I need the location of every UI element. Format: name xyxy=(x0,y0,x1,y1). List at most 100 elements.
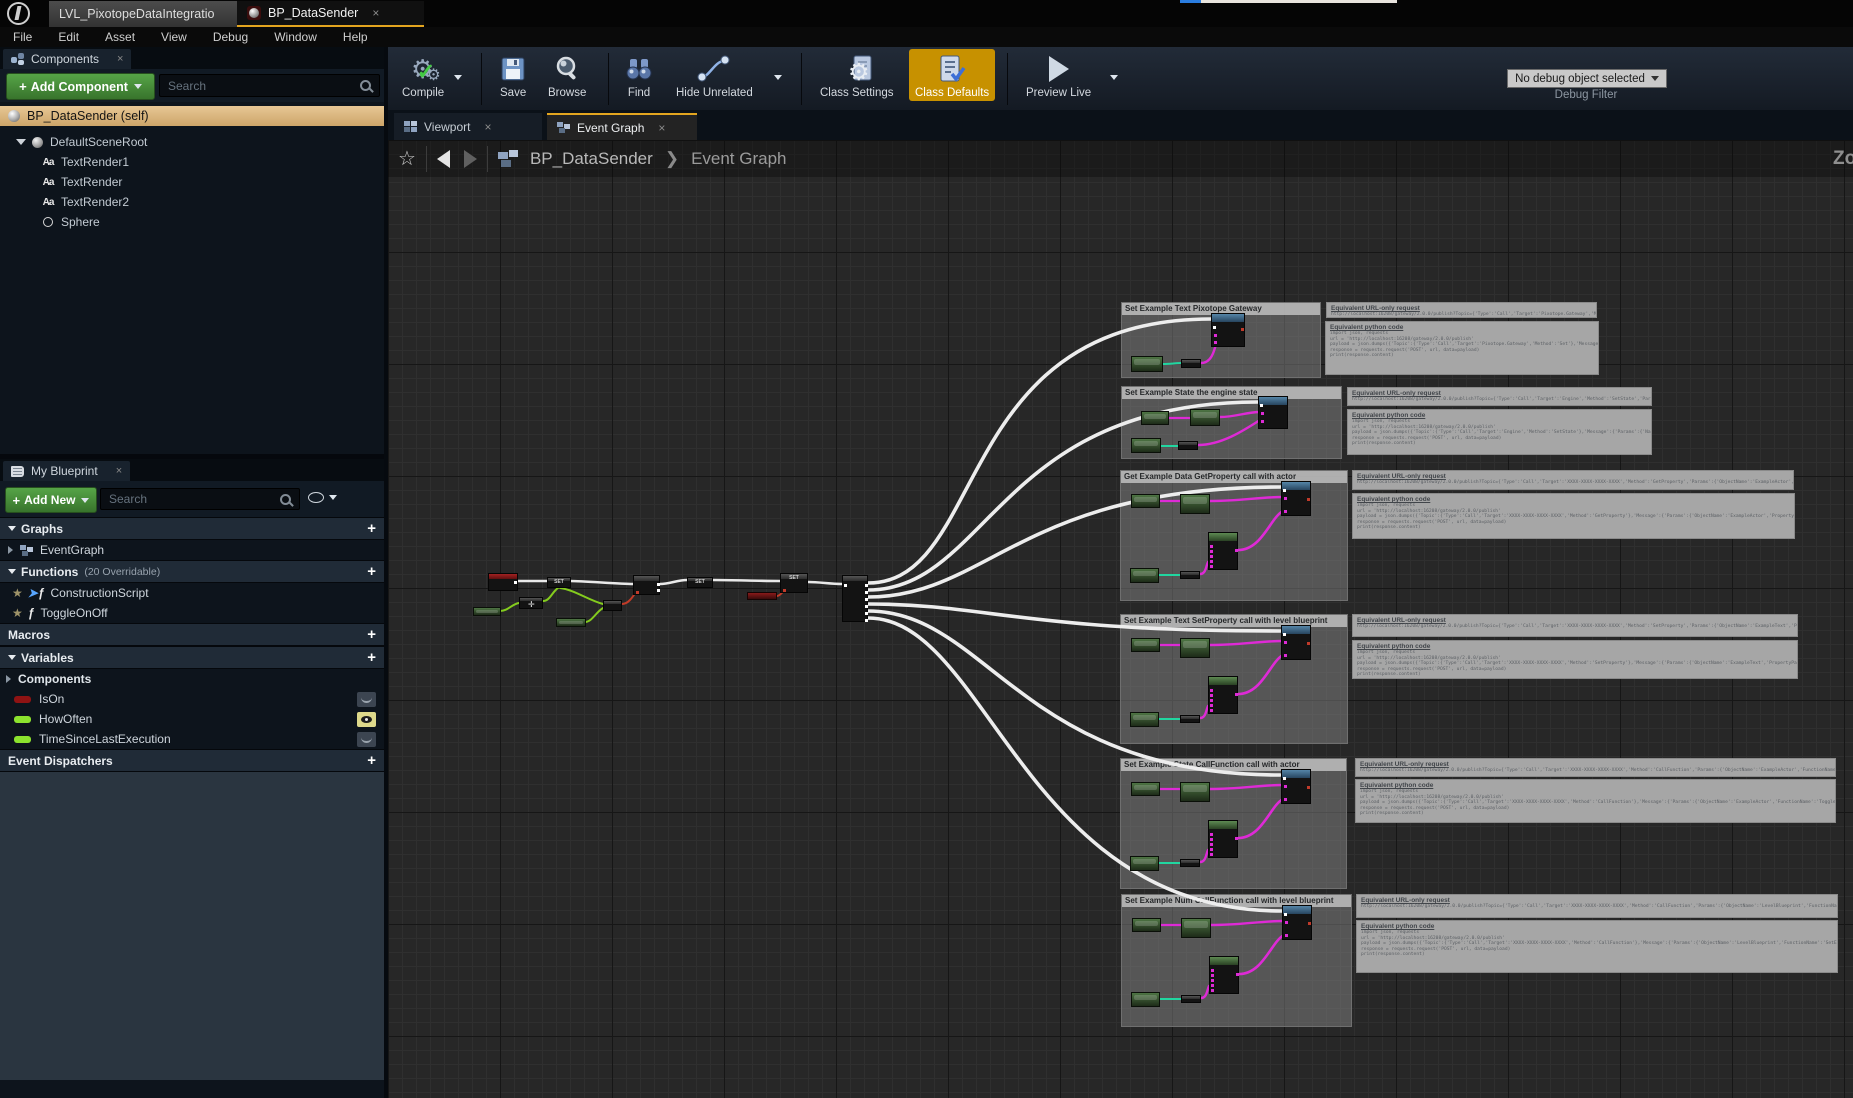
variable-get-node[interactable] xyxy=(1180,494,1210,514)
note-url-note-4[interactable]: Equivalent URL-only requesthttp://localh… xyxy=(1352,614,1798,637)
variable-get-node[interactable] xyxy=(1180,782,1210,802)
asset-tab-BP_DataSender[interactable]: BP_DataSender× xyxy=(237,1,424,27)
note-url-note-5[interactable]: Equivalent URL-only requesthttp://localh… xyxy=(1355,758,1836,777)
variable-get-node[interactable] xyxy=(1190,409,1220,426)
expander-icon[interactable] xyxy=(6,675,11,683)
menu-window[interactable]: Window xyxy=(261,30,330,44)
tree-item-TextRender1[interactable]: AaTextRender1 xyxy=(0,152,384,172)
note-url-note-3[interactable]: Equivalent URL-only requesthttp://localh… xyxy=(1352,470,1794,490)
favorite-star-icon[interactable]: ☆ xyxy=(398,146,416,171)
function-call-node[interactable] xyxy=(1282,905,1312,940)
add-icon[interactable]: + xyxy=(367,649,376,666)
variable-get-node[interactable] xyxy=(1131,438,1161,453)
visibility-eye-button[interactable] xyxy=(357,732,376,747)
list-item[interactable]: EventGraph xyxy=(0,540,384,560)
save-button[interactable]: Save xyxy=(500,51,526,99)
tab-my-blueprint[interactable]: My Blueprint × xyxy=(3,461,130,481)
conversion-node[interactable] xyxy=(1178,441,1198,450)
add-icon[interactable]: + xyxy=(367,752,376,769)
hide-unrelated-chevron[interactable] xyxy=(774,75,782,80)
compile-button[interactable]: ⚙⚙ ✓ Compile xyxy=(402,51,444,99)
variable-get-node[interactable] xyxy=(1131,992,1160,1007)
variable-get-node[interactable] xyxy=(1132,918,1161,932)
tree-item-Sphere[interactable]: Sphere xyxy=(0,212,384,232)
variable-get-node[interactable] xyxy=(556,618,586,627)
section-macros[interactable]: Macros+ xyxy=(0,623,384,646)
menu-view[interactable]: View xyxy=(148,30,200,44)
set-node[interactable]: SET xyxy=(547,577,571,588)
add-new-button[interactable]: + Add New xyxy=(5,487,97,513)
make-struct-node[interactable] xyxy=(1209,956,1239,994)
tree-item-TextRender[interactable]: AaTextRender xyxy=(0,172,384,192)
tree-item-TextRender2[interactable]: AaTextRender2 xyxy=(0,192,384,212)
event-node[interactable] xyxy=(488,573,518,591)
add-icon[interactable]: + xyxy=(367,563,376,580)
variable-get-node[interactable] xyxy=(1131,356,1163,372)
function-call-node[interactable] xyxy=(1258,396,1288,429)
section-variables[interactable]: Variables+ xyxy=(0,646,384,669)
variable-get-node[interactable] xyxy=(1130,568,1159,583)
add-icon[interactable]: + xyxy=(367,520,376,537)
menu-file[interactable]: File xyxy=(0,30,45,44)
menu-debug[interactable]: Debug xyxy=(200,30,261,44)
add-node[interactable]: ✛ xyxy=(519,597,543,609)
visibility-eye-button[interactable] xyxy=(357,712,376,727)
expander-icon[interactable] xyxy=(8,546,13,554)
branch-node[interactable] xyxy=(633,575,660,595)
make-struct-node[interactable] xyxy=(1208,820,1238,858)
tab-components[interactable]: Components × xyxy=(3,49,131,69)
note-url-note-1[interactable]: Equivalent URL-only requesthttp://localh… xyxy=(1326,302,1597,318)
set-node[interactable]: SET xyxy=(780,573,808,593)
set-node[interactable]: SET xyxy=(687,577,713,588)
make-struct-node[interactable] xyxy=(1208,676,1238,714)
sequence-node[interactable] xyxy=(842,575,868,622)
variable-TimeSinceLastExecution[interactable]: TimeSinceLastExecution xyxy=(0,729,384,749)
note-url-note-6[interactable]: Equivalent URL-only requesthttp://localh… xyxy=(1356,894,1838,918)
variable-get-node-red[interactable] xyxy=(747,592,777,600)
close-icon[interactable]: × xyxy=(372,6,379,20)
list-item[interactable]: ★ƒToggleOnOff xyxy=(0,603,384,623)
breadcrumb-root[interactable]: BP_DataSender xyxy=(530,149,653,169)
variable-get-node[interactable] xyxy=(473,607,501,616)
function-call-node[interactable] xyxy=(1281,625,1311,660)
menu-edit[interactable]: Edit xyxy=(45,30,92,44)
conversion-node[interactable] xyxy=(1180,715,1200,723)
list-item[interactable]: ★➤ƒConstructionScript xyxy=(0,583,384,603)
variable-get-node[interactable] xyxy=(1180,638,1210,658)
make-struct-node[interactable] xyxy=(1208,532,1238,570)
compile-options-chevron[interactable] xyxy=(454,75,462,80)
variable-get-node[interactable] xyxy=(1131,638,1160,652)
conversion-node[interactable] xyxy=(1180,571,1200,579)
note-py-note-2[interactable]: Equivalent python codeimport json, reque… xyxy=(1347,409,1652,455)
class-settings-button[interactable]: ⚙ Class Settings xyxy=(820,51,894,99)
variable-IsOn[interactable]: IsOn xyxy=(0,689,384,709)
variable-get-node[interactable] xyxy=(1141,411,1169,425)
variable-get-node[interactable] xyxy=(1181,918,1211,938)
note-py-note-3[interactable]: Equivalent python codeimport json, reque… xyxy=(1352,493,1795,539)
tab-event-graph[interactable]: Event Graph × xyxy=(547,113,697,140)
debug-object-dropdown[interactable]: No debug object selected xyxy=(1507,69,1667,88)
variable-HowOften[interactable]: HowOften xyxy=(0,709,384,729)
function-call-node[interactable] xyxy=(1211,313,1245,347)
variable-get-node[interactable] xyxy=(1131,782,1160,796)
visibility-filter-button[interactable] xyxy=(308,492,337,503)
section-graphs[interactable]: Graphs+ xyxy=(0,517,384,540)
conversion-node[interactable] xyxy=(1181,995,1201,1003)
section-functions[interactable]: Functions(20 Overridable)+ xyxy=(0,560,384,583)
find-button[interactable]: Find xyxy=(624,51,654,99)
variable-get-node[interactable] xyxy=(1131,494,1160,508)
function-call-node[interactable] xyxy=(1281,769,1311,804)
close-icon[interactable]: × xyxy=(117,53,123,65)
list-item[interactable]: Components xyxy=(0,669,384,689)
section-event-dispatchers[interactable]: Event Dispatchers+ xyxy=(0,749,384,772)
component-root-row-selected[interactable]: BP_DataSender (self) xyxy=(0,106,384,126)
variable-get-node[interactable] xyxy=(1130,856,1159,871)
note-py-note-5[interactable]: Equivalent python codeimport json, reque… xyxy=(1355,779,1836,823)
event-graph-canvas[interactable]: ☆ BP_DataSender ❯ Event Graph Zoom Set E… xyxy=(388,140,1853,1098)
note-py-note-1[interactable]: Equivalent python codeimport json, reque… xyxy=(1325,321,1599,375)
add-component-button[interactable]: + Add Component xyxy=(6,73,155,100)
tree-item-DefaultSceneRoot[interactable]: DefaultSceneRoot xyxy=(0,132,384,152)
note-url-note-2[interactable]: Equivalent URL-only requesthttp://localh… xyxy=(1347,387,1652,406)
preview-live-button[interactable]: Preview Live xyxy=(1026,51,1091,99)
close-icon[interactable]: × xyxy=(658,121,665,135)
